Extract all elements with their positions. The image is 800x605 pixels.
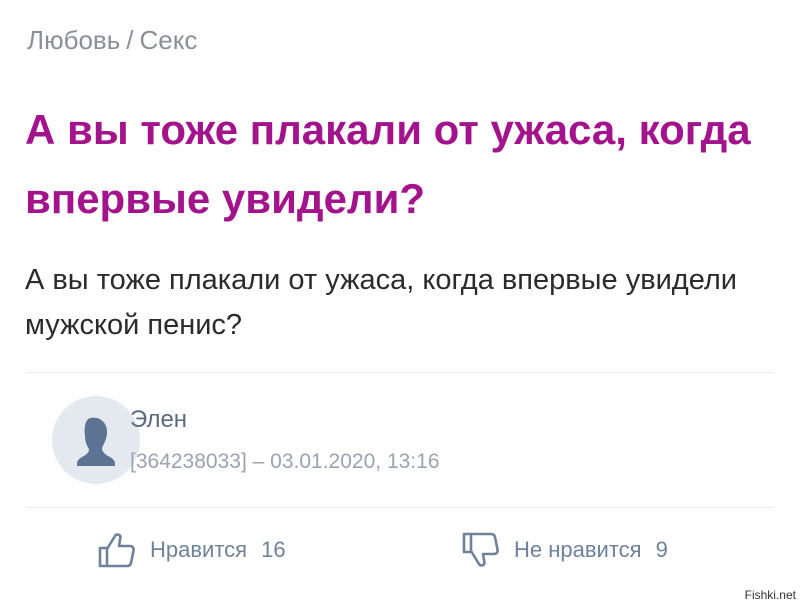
- divider: [27, 507, 773, 508]
- dislike-button[interactable]: Не нравится 9: [460, 530, 668, 570]
- post-title: А вы тоже плакали от ужаса, когда впервы…: [25, 106, 751, 222]
- dislike-count: 9: [655, 537, 668, 562]
- breadcrumb-separator: /: [126, 25, 134, 55]
- like-button[interactable]: Нравится 16: [96, 530, 286, 570]
- like-count: 16: [261, 537, 286, 562]
- post-body: А вы тоже плакали от ужаса, когда впервы…: [25, 264, 738, 341]
- thumbs-up-icon: [98, 533, 135, 568]
- page: Любовь / Секс А вы тоже плакали от ужаса, …: [0, 0, 800, 605]
- author-name[interactable]: Элен: [130, 406, 187, 434]
- user-silhouette-icon: [77, 417, 115, 466]
- like-label: Нравится: [150, 537, 248, 562]
- divider: [27, 372, 773, 373]
- meta-dash: –: [252, 450, 265, 473]
- dislike-label: Не нравится: [514, 537, 642, 562]
- avatar[interactable]: [52, 396, 140, 484]
- breadcrumb: Любовь / Секс: [27, 25, 197, 56]
- breadcrumb-subcategory[interactable]: Секс: [140, 25, 198, 55]
- post-datetime: 03.01.2020, 13:16: [270, 450, 440, 473]
- breadcrumb-category[interactable]: Любовь: [27, 25, 120, 55]
- author-id: [364238033]: [130, 450, 247, 473]
- author-meta: [364238033] – 03.01.2020, 13:16: [130, 450, 440, 474]
- watermark: Fishki.net: [744, 588, 796, 602]
- thumbs-down-icon: [462, 532, 499, 567]
